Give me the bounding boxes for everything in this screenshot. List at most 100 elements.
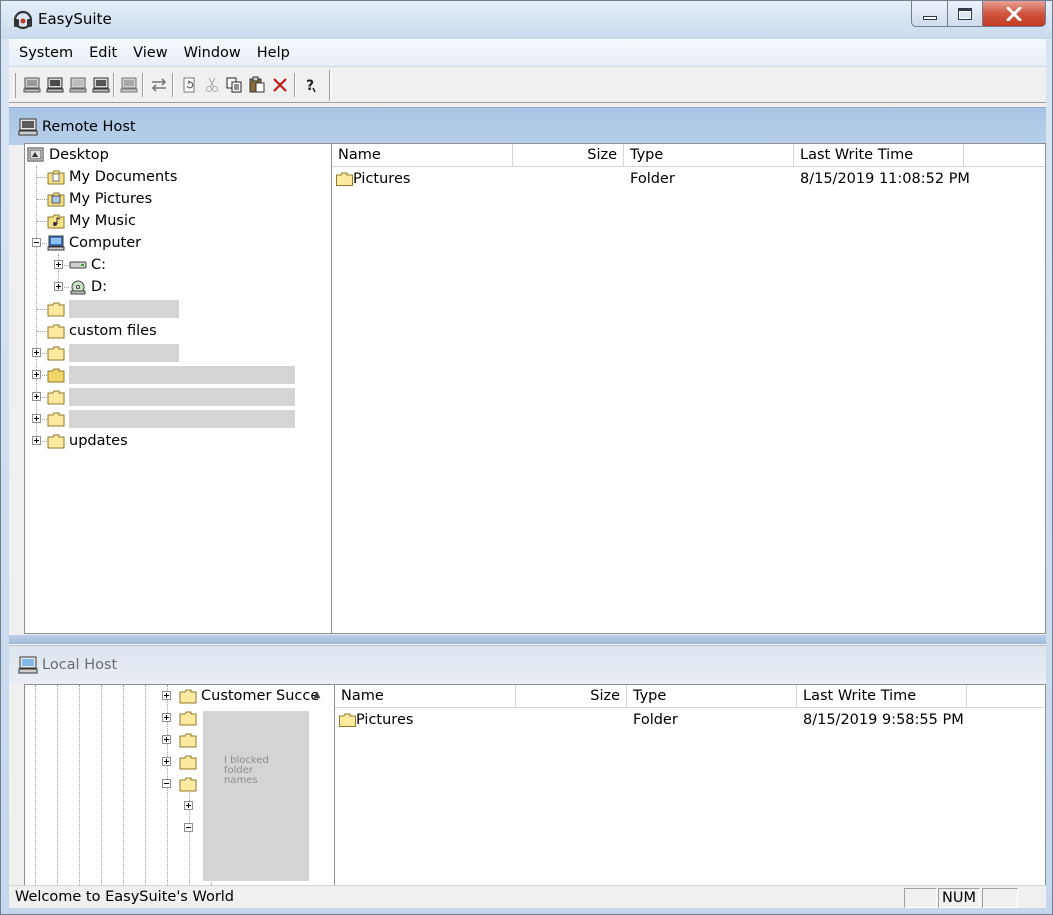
tree-label: My Documents — [69, 169, 178, 185]
tree-item-updates[interactable]: updates — [47, 430, 128, 452]
collapse-toggle[interactable] — [162, 779, 171, 788]
column-header-name[interactable]: Name — [335, 685, 516, 708]
expand-toggle[interactable] — [162, 713, 171, 722]
toolbar: ? — [9, 68, 1046, 103]
remote-host-icon — [18, 118, 38, 136]
tree-item-customer-success[interactable]: Customer Succe — [179, 685, 319, 707]
disconnect-button[interactable] — [45, 75, 65, 95]
column-header-size[interactable]: Size — [516, 685, 627, 708]
expand-toggle[interactable] — [32, 392, 41, 401]
remote-host-header[interactable]: Remote Host — [9, 107, 1046, 145]
minimize-button[interactable] — [911, 1, 948, 27]
tree-label: custom files — [69, 323, 157, 339]
blocked-note-line: names — [224, 775, 258, 786]
tree-item-folder[interactable] — [47, 364, 65, 386]
connect-button[interactable] — [22, 75, 42, 95]
close-icon — [1006, 6, 1022, 21]
tree-item-folder[interactable] — [47, 298, 65, 320]
cut-button[interactable] — [202, 75, 222, 95]
scroll-up-arrow-icon[interactable]: ▲ — [309, 687, 325, 703]
local-folder-tree[interactable]: Customer Succe I blocked folder names ▲ — [24, 684, 335, 886]
music-folder-icon — [47, 214, 65, 229]
status-indicator-scrl — [982, 888, 1018, 908]
tree-item-folder[interactable] — [179, 707, 197, 729]
refresh-icon — [183, 77, 195, 93]
local-host-header[interactable]: Local Host — [9, 645, 1046, 683]
tree-item-folder[interactable] — [179, 729, 197, 751]
local-file-list[interactable]: Name Size Type Last Write Time Pictures … — [334, 684, 1046, 886]
tree-item-drive-d[interactable]: D: — [69, 276, 107, 298]
column-header-type[interactable]: Type — [627, 685, 797, 708]
folder-icon — [336, 172, 353, 186]
tree-item-folder[interactable] — [179, 773, 197, 795]
refresh-button[interactable] — [179, 75, 199, 95]
folder-icon — [47, 302, 65, 317]
menu-system[interactable]: System — [13, 42, 79, 64]
expand-toggle[interactable] — [54, 282, 63, 291]
tree-item-my-music[interactable]: My Music — [47, 210, 136, 232]
maximize-button[interactable] — [948, 1, 983, 27]
toolbar-separator — [294, 73, 296, 97]
hard-drive-icon — [69, 261, 87, 269]
transfer-button[interactable] — [149, 75, 169, 95]
expand-toggle[interactable] — [162, 735, 171, 744]
terminal-button[interactable] — [91, 75, 111, 95]
tree-guide-line — [35, 685, 36, 885]
expand-toggle[interactable] — [184, 801, 193, 810]
paste-button[interactable] — [247, 75, 267, 95]
copy-button[interactable] — [224, 75, 244, 95]
tree-item-folder[interactable] — [47, 386, 65, 408]
menu-help[interactable]: Help — [251, 42, 296, 64]
column-header-last-write-time[interactable]: Last Write Time — [794, 144, 964, 167]
expand-toggle[interactable] — [162, 757, 171, 766]
expand-toggle[interactable] — [32, 370, 41, 379]
tree-guide-line — [79, 685, 80, 885]
expand-toggle[interactable] — [32, 414, 41, 423]
title-bar[interactable]: EasySuite — [1, 1, 1052, 39]
tree-item-computer[interactable]: Computer — [47, 232, 141, 254]
tree-item-folder[interactable] — [47, 408, 65, 430]
column-header-size[interactable]: Size — [513, 144, 624, 167]
tree-item-custom-files[interactable]: custom files — [47, 320, 157, 342]
status-message: Welcome to EasySuite's World — [15, 889, 235, 905]
expand-toggle[interactable] — [162, 691, 171, 700]
toolbar-separator — [113, 73, 115, 97]
expand-toggle[interactable] — [32, 348, 41, 357]
column-header-last-write-time[interactable]: Last Write Time — [797, 685, 967, 708]
menu-edit[interactable]: Edit — [83, 42, 123, 64]
row-name: Pictures — [353, 171, 411, 187]
folder-icon — [179, 711, 197, 726]
tree-label: My Pictures — [69, 191, 153, 207]
menu-view[interactable]: View — [127, 42, 173, 64]
computer-button[interactable] — [119, 75, 139, 95]
local-host-title: Local Host — [42, 657, 118, 673]
status-indicator-cap — [904, 888, 937, 908]
column-header-type[interactable]: Type — [624, 144, 794, 167]
remote-file-list[interactable]: Name Size Type Last Write Time Pictures … — [331, 143, 1046, 634]
tree-guide-line — [145, 685, 146, 885]
tree-item-my-pictures[interactable]: My Pictures — [47, 188, 152, 210]
tree-item-folder[interactable] — [179, 751, 197, 773]
menu-window[interactable]: Window — [178, 42, 247, 64]
column-header-name[interactable]: Name — [332, 144, 513, 167]
remote-folder-tree[interactable]: Desktop My Documents My Pictures My Musi… — [24, 143, 332, 634]
tree-item-drive-c[interactable]: C: — [69, 254, 106, 276]
redacted-label — [69, 388, 295, 406]
help-icon: ? — [306, 78, 316, 94]
tree-item-my-documents[interactable]: My Documents — [47, 166, 177, 188]
collapse-toggle[interactable] — [184, 823, 193, 832]
row-name-cell: Pictures — [339, 709, 413, 731]
help-button[interactable]: ? — [300, 75, 320, 95]
close-button[interactable] — [983, 1, 1046, 27]
folder-icon — [179, 755, 197, 770]
tree-item-folder[interactable] — [47, 342, 65, 364]
expand-toggle[interactable] — [54, 260, 63, 269]
host-button[interactable] — [68, 75, 88, 95]
collapse-toggle[interactable] — [32, 238, 41, 247]
optical-drive-icon — [70, 280, 86, 295]
tree-item-desktop[interactable]: Desktop — [27, 144, 109, 166]
expand-toggle[interactable] — [32, 436, 41, 445]
pane-splitter[interactable] — [9, 635, 1046, 644]
toolbar-grip[interactable] — [13, 73, 16, 98]
delete-button[interactable] — [270, 75, 290, 95]
